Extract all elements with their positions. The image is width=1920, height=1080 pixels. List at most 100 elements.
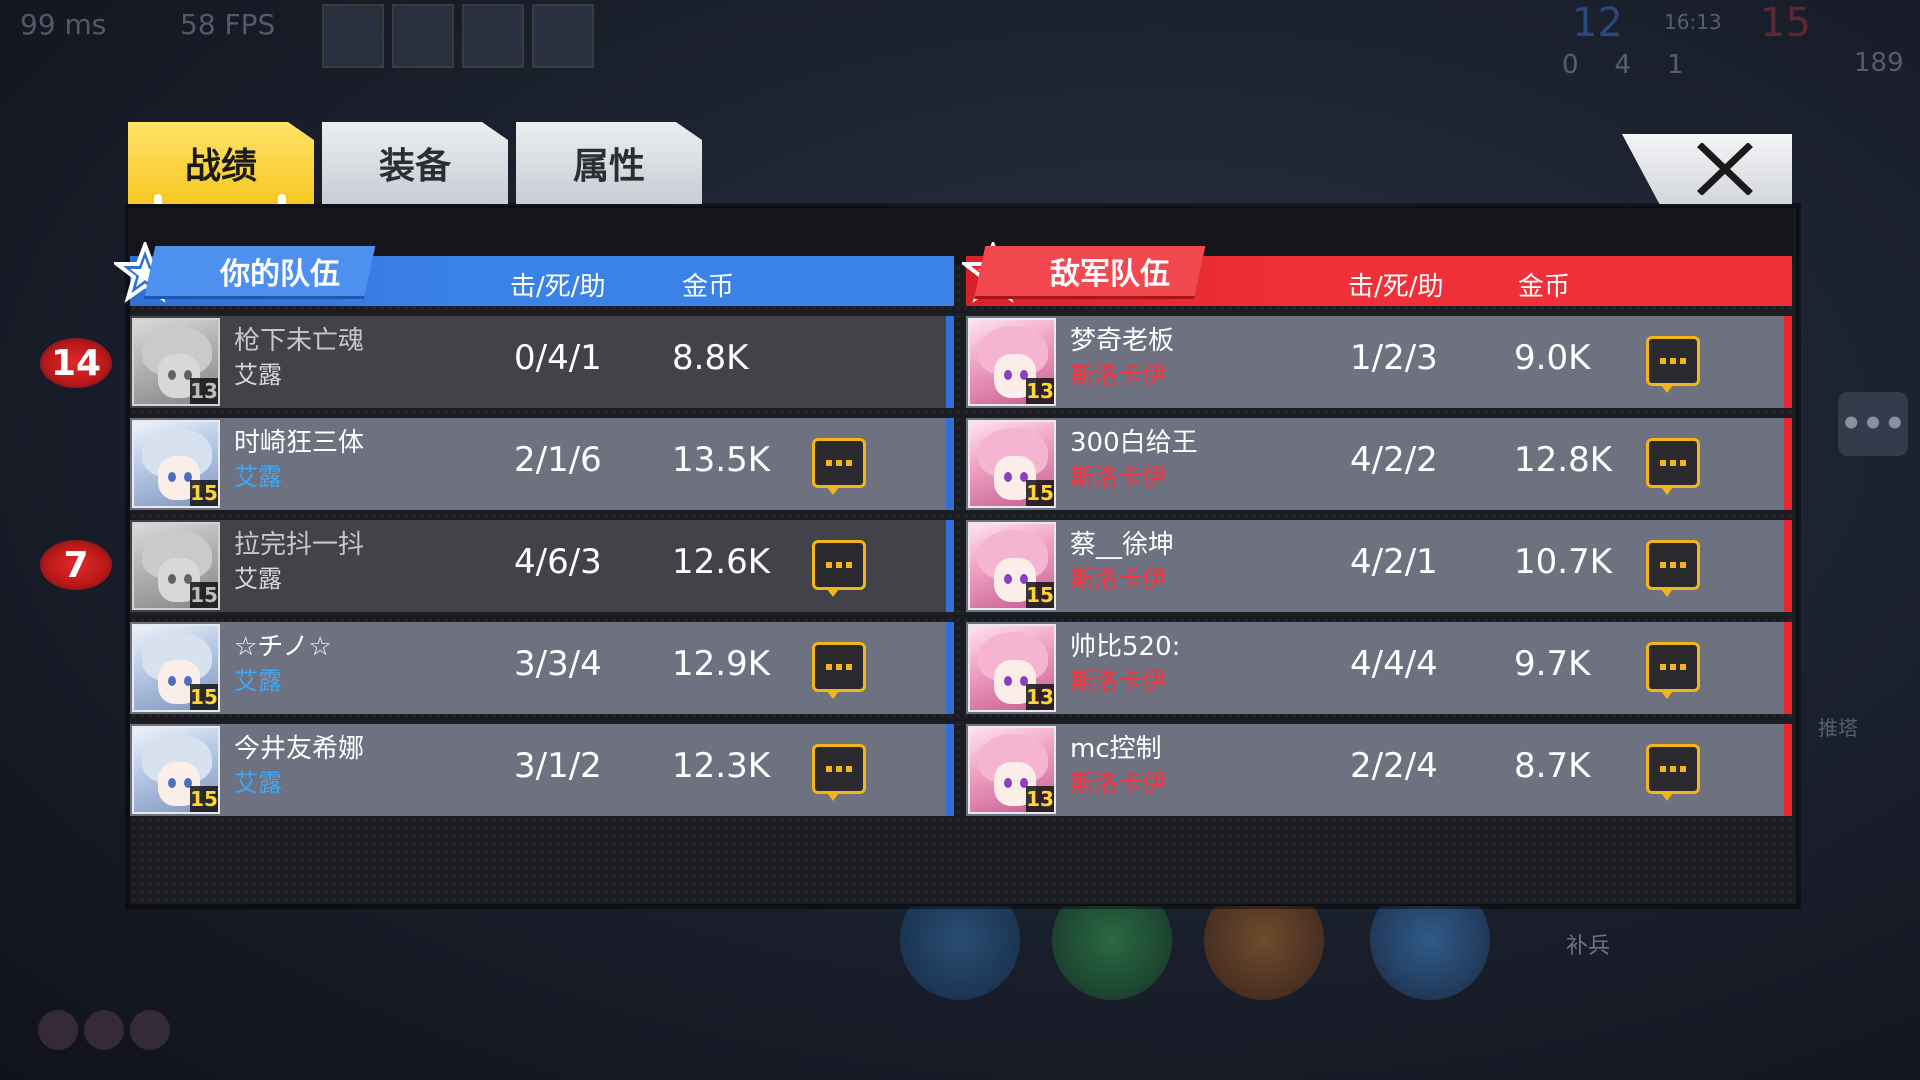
tab-label: 属性 [572,146,645,187]
ally-player-row[interactable]: 15 ☆チノ☆ 艾露 3/3/4 12.9K [130,622,954,714]
kda-value: 4/4/4 [1350,644,1438,684]
player-name: 枪下未亡魂 [234,326,365,356]
enemy-player-row[interactable]: 15 蔡__徐坤 斯洛卡伊 4/2/1 10.7K [966,520,1792,612]
gold-value: 12.8K [1514,440,1612,480]
chat-bubble-icon[interactable] [1646,540,1700,597]
hero-avatar: 15 [132,522,220,610]
tab-equipment[interactable]: 装备 [322,122,508,204]
stat-kills: 0 [1562,50,1579,80]
player-name: 帅比520: [1070,632,1181,662]
buff-icon [84,1010,124,1050]
player-name: 时崎狂三体 [234,428,365,458]
hero-level: 13 [1026,378,1054,404]
hero-level: 13 [1026,786,1054,812]
tab-label: 战绩 [184,146,257,187]
tower-label: 推塔 [1818,716,1858,740]
player-name: 蔡__徐坤 [1070,530,1175,560]
teammate-portrait [462,4,524,68]
chat-bubble-icon[interactable] [812,642,866,699]
kda-value: 3/3/4 [514,644,602,684]
hero-name: 艾露 [234,769,282,797]
kda-value: 2/2/4 [1350,746,1438,786]
player-names: 梦奇老板 斯洛卡伊 [1070,324,1174,392]
tab-attributes[interactable]: 属性 [516,122,702,204]
tab-stats[interactable]: 战绩 [128,122,314,204]
hero-name: 艾露 [234,463,282,491]
hero-avatar: 13 [968,726,1056,814]
chat-bubble-icon[interactable] [812,540,866,597]
enemy-player-row[interactable]: 13 梦奇老板 斯洛卡伊 1/2/3 9.0K [966,316,1792,408]
player-names: 蔡__徐坤斯洛卡伊 [1070,528,1174,596]
hero-avatar: 15 [132,420,220,508]
enemy-player-list: 13 梦奇老板 斯洛卡伊 1/2/3 9.0K 15 300白给王 斯洛卡伊 4/2/2 12.8… [966,316,1792,826]
hero-level: 15 [190,684,218,710]
teammate-portrait [392,4,454,68]
enemy-player-row[interactable]: 13 mc控制斯洛卡伊 2/2/4 8.7K [966,724,1792,816]
scoreboard-tabs: 战绩 装备 属性 [128,122,702,206]
kda-value: 2/1/6 [514,440,602,480]
player-names: 拉完抖一抖 艾露 [234,528,364,596]
close-x-icon [1697,143,1753,195]
buff-icons [38,1010,170,1050]
hero-level: 13 [1026,684,1054,710]
gold-value: 12.9K [672,644,770,684]
hero-level: 15 [190,480,218,506]
teammate-portrait [322,4,384,68]
kda-value: 3/1/2 [514,746,602,786]
buff-icon [38,1010,78,1050]
player-names: 时崎狂三体 艾露 [234,426,364,494]
chat-icon[interactable]: ••• [1838,392,1908,456]
hero-name: 斯洛卡伊 [1070,769,1166,797]
ally-player-row[interactable]: 15 今井友希娜艾露 3/1/2 12.3K [130,724,954,816]
chat-bubble-icon[interactable] [812,744,866,801]
gold-value: 10.7K [1514,542,1612,582]
hero-level: 13 [190,378,218,404]
hero-avatar: 13 [968,624,1056,712]
hero-level: 15 [190,582,218,608]
match-timer: 16:13 [1664,10,1722,34]
hero-avatar: 15 [968,522,1056,610]
buff-icon [130,1010,170,1050]
gold-value: 9.0K [1514,338,1591,378]
hero-avatar: 13 [132,318,220,406]
hero-name: 斯洛卡伊 [1070,565,1166,593]
stat-assists: 1 [1667,50,1684,80]
gold-column-header: 金币 [682,272,735,302]
teammate-portraits [322,4,594,68]
gold-column-header: 金币 [1518,272,1571,302]
kda-column-header: 击/死/助 [510,272,606,302]
red-team-score: 15 [1760,0,1811,46]
gold-value: 12.3K [672,746,770,786]
gold-value: 12.6K [672,542,770,582]
hero-name: 艾露 [234,361,282,389]
chat-bubble-icon[interactable] [1646,336,1700,393]
minion-label: 补兵 [1566,934,1611,959]
chat-bubble-icon[interactable] [1646,642,1700,699]
kda-value: 1/2/3 [1350,338,1438,378]
ally-player-row[interactable]: 15 拉完抖一抖 艾露 4/6/3 12.6K [130,520,954,612]
gold-value: 8.7K [1514,746,1591,786]
chat-bubble-icon[interactable] [1646,744,1700,801]
chat-bubble-icon[interactable] [812,438,866,495]
kda-value: 4/2/2 [1350,440,1438,480]
kda-value: 4/2/1 [1350,542,1438,582]
player-names: mc控制斯洛卡伊 [1070,732,1166,800]
player-name: 今井友希娜 [234,734,365,764]
hero-avatar: 15 [132,726,220,814]
ping-readout: 99 ms [20,8,107,41]
player-names: ☆チノ☆ 艾露 [234,630,332,698]
player-name: mc控制 [1070,734,1162,764]
personal-stats: 0 4 1 [1562,50,1684,80]
chat-bubble-icon[interactable] [1646,438,1700,495]
player-name: 拉完抖一抖 [234,530,365,560]
player-names: 枪下未亡魂 艾露 [234,324,364,392]
enemy-player-row[interactable]: 15 300白给王 斯洛卡伊 4/2/2 12.8K [966,418,1792,510]
enemy-player-row[interactable]: 13 帅比520: 斯洛卡伊 4/4/4 9.7K [966,622,1792,714]
respawn-badge: 14 [40,338,112,388]
blue-team-score: 12 [1572,0,1623,46]
close-button[interactable] [1622,134,1792,204]
ally-player-row[interactable]: 13 枪下未亡魂 艾露 0/4/1 8.8K [130,316,954,408]
ally-team-header: 你的队伍 击/死/助 金币 [114,242,954,306]
fps-readout: 58 FPS [180,8,276,41]
ally-player-row[interactable]: 15 时崎狂三体 艾露 2/1/6 13.5K [130,418,954,510]
